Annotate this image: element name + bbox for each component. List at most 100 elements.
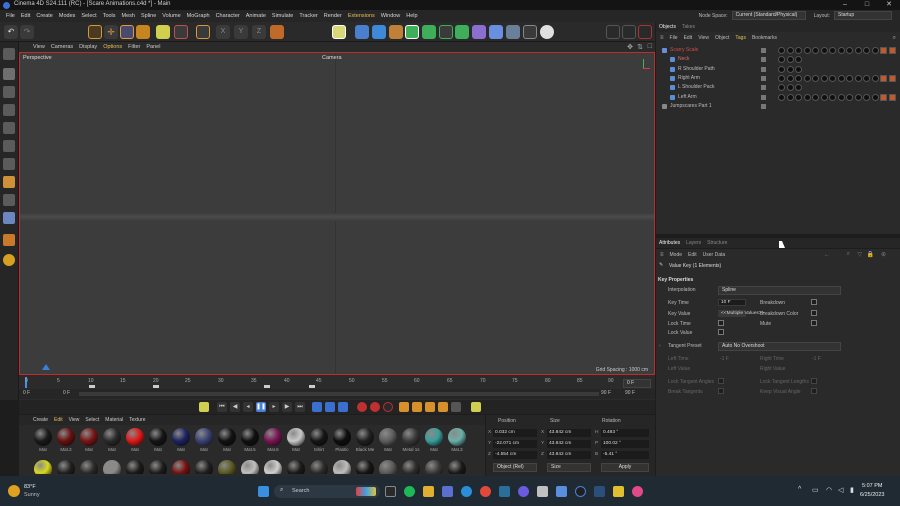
- material-swatch[interactable]: Mat: [424, 428, 444, 452]
- object-row[interactable]: Left Arm: [656, 93, 900, 102]
- tag-icon[interactable]: [888, 93, 896, 101]
- points-icon[interactable]: [3, 104, 15, 116]
- tab-structure[interactable]: Structure: [707, 240, 727, 246]
- preview-end-field[interactable]: 90 F: [601, 390, 611, 396]
- tag-icon[interactable]: [778, 84, 785, 92]
- camera-icon[interactable]: [523, 25, 537, 39]
- menu-select[interactable]: Select: [81, 13, 96, 19]
- make-editable-icon[interactable]: [3, 48, 15, 60]
- hamburger-icon[interactable]: ≡: [660, 35, 664, 41]
- start-frame-field[interactable]: 0 F: [23, 390, 30, 396]
- viewport-move-icon[interactable]: ✥: [627, 43, 633, 51]
- material-swatch[interactable]: [102, 460, 122, 474]
- tag-icon[interactable]: [820, 74, 828, 82]
- attr-menu-mode[interactable]: Mode: [670, 252, 683, 258]
- steam-icon[interactable]: [594, 486, 605, 497]
- tag-icon[interactable]: [829, 93, 836, 101]
- menu-tracker[interactable]: Tracker: [299, 13, 317, 19]
- material-swatch[interactable]: [263, 460, 283, 474]
- attr-menu-user-data[interactable]: User Data: [703, 252, 726, 258]
- menu-file[interactable]: File: [6, 13, 15, 19]
- next-key-icon[interactable]: ▶: [282, 402, 292, 412]
- tangent-preset-dropdown[interactable]: Auto No Overshoot: [718, 342, 841, 351]
- viewport-zoom-icon[interactable]: ⇅: [637, 43, 643, 51]
- discord-icon[interactable]: [518, 486, 529, 497]
- material-swatch[interactable]: [79, 460, 99, 474]
- mute-checkbox[interactable]: [811, 320, 817, 326]
- end-frame-field[interactable]: 90 F: [625, 390, 635, 396]
- object-row[interactable]: L Shoulder Pack: [656, 83, 900, 92]
- object-row[interactable]: R Shoulder Path: [656, 65, 900, 74]
- cloner-icon[interactable]: [422, 25, 436, 39]
- coordinate-mode-dropdown[interactable]: Object (Rel): [493, 463, 537, 472]
- mesh-icon[interactable]: [3, 86, 15, 98]
- tag-icon[interactable]: [837, 47, 845, 54]
- object-menu-edit[interactable]: Edit: [684, 35, 693, 41]
- tag-icon[interactable]: [871, 47, 879, 54]
- tag-icon[interactable]: [795, 65, 802, 73]
- tag-icon[interactable]: [812, 47, 819, 54]
- subdivision-icon[interactable]: [405, 25, 419, 39]
- tag-icon[interactable]: [820, 93, 828, 101]
- key-time-field[interactable]: 10 F: [718, 299, 746, 306]
- key-value-field[interactable]: <<Multiple Values>>: [718, 310, 764, 317]
- visual-studio-icon[interactable]: [499, 486, 510, 497]
- previous-key-icon[interactable]: ◀: [230, 402, 240, 412]
- tag-icon[interactable]: [795, 84, 802, 92]
- recent-tools-icon[interactable]: [196, 25, 210, 39]
- tag-icon[interactable]: [803, 93, 811, 101]
- material-swatch[interactable]: [401, 460, 421, 474]
- uv-mode-icon[interactable]: [3, 158, 15, 170]
- fps-icon[interactable]: [325, 402, 335, 412]
- lock-tangent-angles-checkbox[interactable]: [718, 378, 724, 384]
- material-swatch[interactable]: [240, 460, 260, 474]
- 3d-viewport[interactable]: Perspective Camera Grid Spacing : 1000 c…: [19, 52, 655, 375]
- object-menu-bookmarks[interactable]: Bookmarks: [752, 35, 777, 41]
- previous-frame-icon[interactable]: ◂: [243, 402, 253, 412]
- tag-icon[interactable]: [778, 47, 785, 54]
- menu-character[interactable]: Character: [216, 13, 240, 19]
- rot-h-field[interactable]: 0.493 °: [601, 429, 649, 437]
- object-row[interactable]: Neck: [656, 55, 900, 64]
- material-swatch[interactable]: [286, 460, 306, 474]
- material-swatch[interactable]: Mat: [378, 428, 398, 452]
- material-swatch[interactable]: Black Me: [355, 428, 375, 452]
- menu-tools[interactable]: Tools: [103, 13, 116, 19]
- menu-edit[interactable]: Edit: [21, 13, 30, 19]
- close-button[interactable]: ✕: [878, 0, 900, 10]
- object-menu-object[interactable]: Object: [715, 35, 729, 41]
- tab-objects[interactable]: Objects: [659, 24, 676, 30]
- tag-icon[interactable]: [812, 93, 819, 101]
- search-icon[interactable]: ⌕: [847, 251, 850, 258]
- viewport-maximize-icon[interactable]: □: [648, 43, 652, 50]
- go-to-end-icon[interactable]: ⏭: [295, 402, 305, 412]
- menu-extensions[interactable]: Extensions: [348, 13, 375, 19]
- material-swatch[interactable]: Mat: [33, 428, 53, 452]
- notes-icon[interactable]: [613, 486, 624, 497]
- model-mode-icon[interactable]: [156, 25, 170, 39]
- undo-icon[interactable]: ↶: [4, 25, 18, 39]
- tag-icon[interactable]: [888, 47, 896, 54]
- size-y-field[interactable]: 43.842 cm: [547, 440, 591, 448]
- key-position-icon[interactable]: [399, 402, 409, 412]
- material-swatch[interactable]: Mat: [102, 428, 122, 452]
- object-menu-tags[interactable]: Tags: [735, 35, 746, 41]
- visibility-toggle[interactable]: [761, 75, 766, 81]
- tag-icon[interactable]: [820, 47, 828, 54]
- node-space-dropdown[interactable]: Current (Standard/Physical): [731, 11, 806, 20]
- tag-icon[interactable]: [786, 93, 794, 101]
- rot-p-field[interactable]: 100.02 °: [601, 440, 649, 448]
- tag-icon[interactable]: [880, 47, 887, 54]
- tag-icon[interactable]: [837, 74, 845, 82]
- floor-icon[interactable]: [489, 25, 503, 39]
- tag-icon[interactable]: [846, 74, 853, 82]
- tag-icon[interactable]: [795, 93, 802, 101]
- axis-mode-icon[interactable]: [3, 176, 15, 188]
- rotate-icon[interactable]: [136, 25, 150, 39]
- material-swatch[interactable]: [56, 460, 76, 474]
- hamburger-icon[interactable]: ≡: [660, 252, 664, 258]
- tag-icon[interactable]: [880, 74, 887, 82]
- material-swatch[interactable]: Mat: [125, 428, 145, 452]
- pen-icon[interactable]: [389, 25, 403, 39]
- pos-y-field[interactable]: -22.071 cm: [493, 440, 537, 448]
